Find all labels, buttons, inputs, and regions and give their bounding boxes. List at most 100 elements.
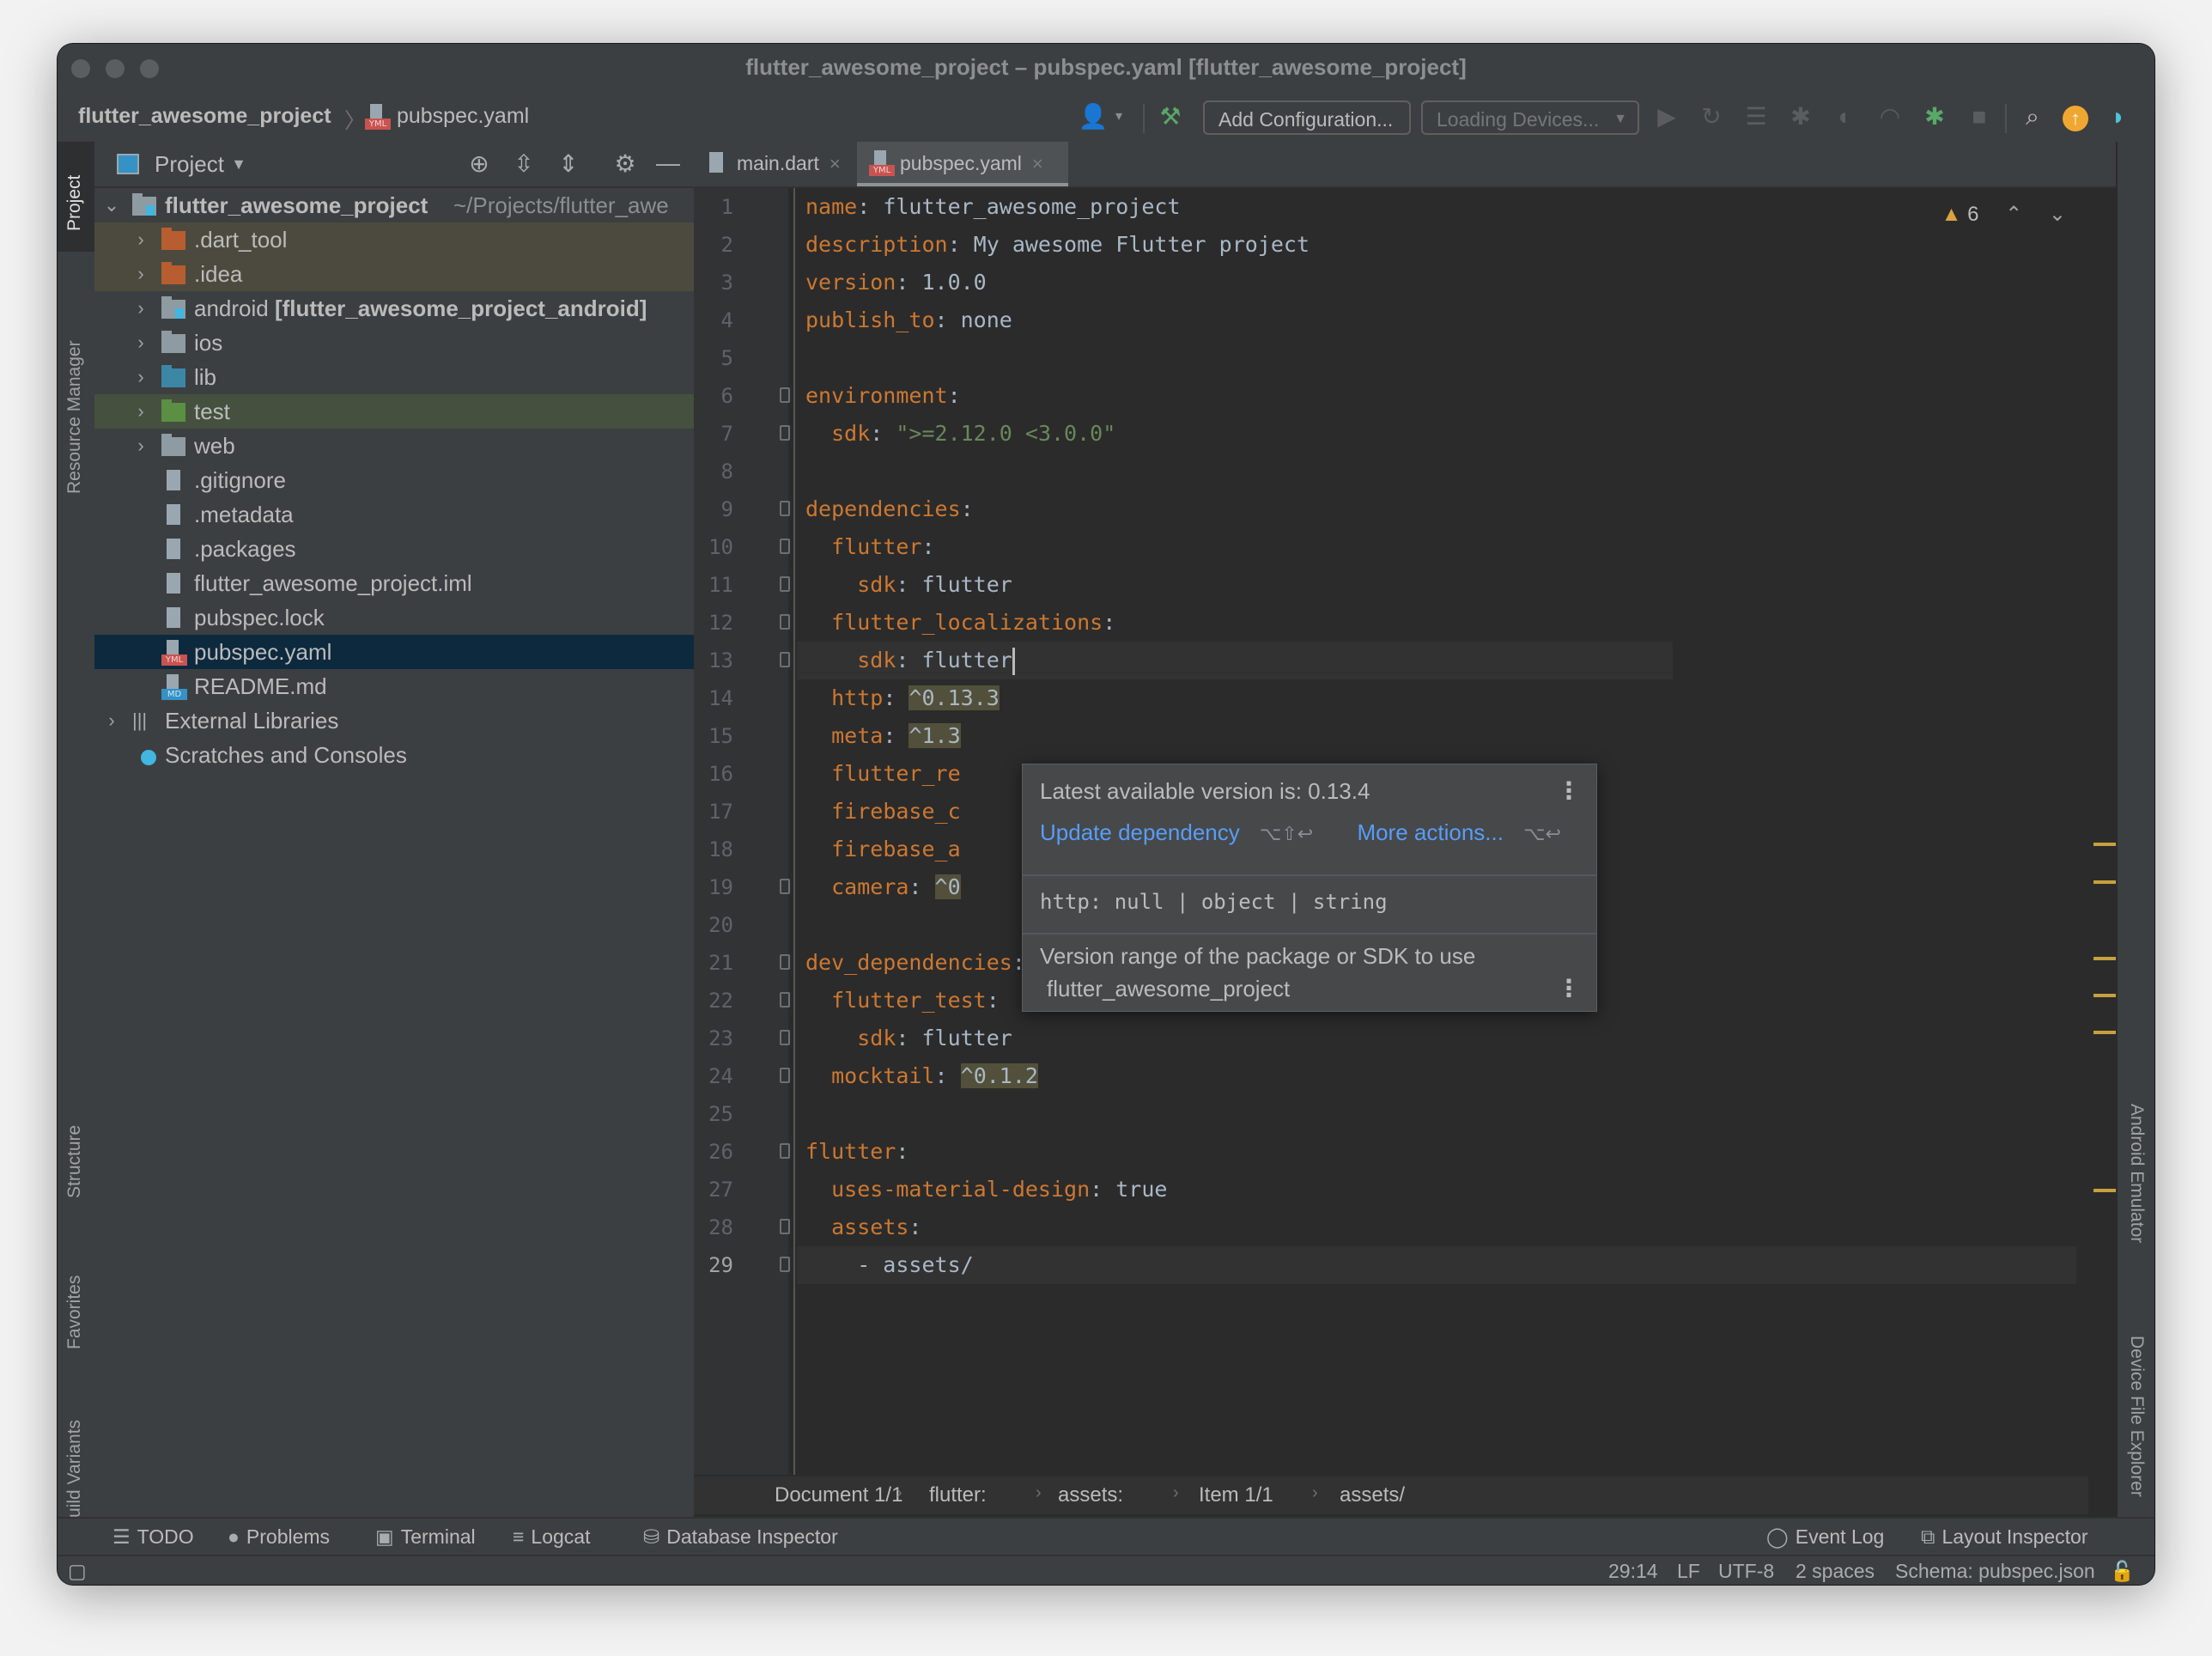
tree-item[interactable]: .metadata xyxy=(94,497,694,532)
fold-end-icon[interactable] xyxy=(780,1257,790,1272)
breadcrumb-item[interactable]: Document 1/1 xyxy=(775,1483,902,1507)
build-hammer-icon[interactable]: ⚒ xyxy=(1155,102,1186,131)
close-tab-icon[interactable]: × xyxy=(1032,153,1043,174)
tool-tab-project[interactable]: Project xyxy=(58,142,94,252)
tool-window-layout-inspector[interactable]: ⧉ Layout Inspector xyxy=(1921,1525,2088,1549)
fold-collapse-icon[interactable] xyxy=(780,1219,790,1234)
chevron-right-icon[interactable]: › xyxy=(131,222,151,257)
code-line[interactable]: 8 xyxy=(694,453,2118,490)
tree-item[interactable]: flutter_awesome_project.iml xyxy=(94,566,694,600)
code-line[interactable]: 25 xyxy=(694,1095,2118,1133)
code-editor[interactable]: 1 name: flutter_awesome_project 2 descripti… xyxy=(694,188,2118,1284)
tree-item[interactable]: .packages xyxy=(94,532,694,566)
code-line[interactable]: 1 name: flutter_awesome_project xyxy=(694,188,2118,226)
apply-code-changes-icon[interactable]: ☰ xyxy=(1741,102,1771,131)
update-dependency-link[interactable]: Update dependency xyxy=(1040,819,1240,845)
locate-file-icon[interactable]: ⊕ xyxy=(464,149,495,178)
code-line[interactable]: 14 http: ^0.13.3 xyxy=(694,679,2118,717)
toggle-tool-windows-icon[interactable]: ▢ xyxy=(68,1560,87,1583)
chevron-down-icon[interactable]: ▼ xyxy=(223,155,254,174)
attach-debugger-icon[interactable]: ◠ xyxy=(1875,102,1905,131)
tree-item[interactable]: › ||| External Libraries xyxy=(94,703,694,738)
more-options-icon[interactable]: ⋮ xyxy=(1557,776,1581,805)
breadcrumb-item[interactable]: assets/ xyxy=(1340,1483,1405,1507)
line-separator[interactable]: LF xyxy=(1677,1560,1700,1583)
tool-tab-android-emulator[interactable]: Android Emulator xyxy=(2118,1104,2154,1284)
stop-icon[interactable]: ■ xyxy=(1964,102,1995,131)
json-schema[interactable]: Schema: pubspec.json xyxy=(1895,1560,2095,1583)
outdated-version-highlight[interactable]: ^1.3 xyxy=(908,723,961,748)
tool-tab-device-file-explorer[interactable]: Device File Explorer xyxy=(2118,1336,2154,1542)
tool-tab-structure[interactable]: Structure xyxy=(58,1087,94,1215)
close-tab-icon[interactable]: × xyxy=(830,153,841,174)
tree-item[interactable]: pubspec.lock xyxy=(94,600,694,635)
tree-item[interactable]: › android [flutter_awesome_project_andro… xyxy=(94,291,694,326)
code-line[interactable]: 7 sdk: ">=2.12.0 <3.0.0" xyxy=(694,415,2118,453)
tree-item[interactable]: .gitignore xyxy=(94,463,694,497)
device-selector[interactable]: Loading Devices... ▼ xyxy=(1421,100,1639,135)
fold-collapse-icon[interactable] xyxy=(780,387,790,403)
fold-end-icon[interactable] xyxy=(780,576,790,592)
apply-changes-icon[interactable]: ↻ xyxy=(1696,102,1727,131)
tree-item[interactable]: › test xyxy=(94,394,694,429)
file-encoding[interactable]: UTF-8 xyxy=(1718,1560,1774,1583)
tree-item[interactable]: › web xyxy=(94,429,694,463)
tool-window-todo[interactable]: ☰ TODO xyxy=(112,1525,194,1549)
fold-end-icon[interactable] xyxy=(780,1068,790,1083)
chevron-right-icon[interactable]: › xyxy=(131,257,151,291)
flutter-logo-icon[interactable]: ◗ xyxy=(2103,102,2134,131)
fold-collapse-icon[interactable] xyxy=(780,954,790,970)
fold-end-icon[interactable] xyxy=(780,879,790,894)
profile-icon[interactable]: ◐ xyxy=(1830,102,1861,131)
chevron-right-icon[interactable]: › xyxy=(101,703,122,738)
attach-green-icon[interactable]: ✱ xyxy=(1919,102,1950,131)
tree-item[interactable]: MD README.md xyxy=(94,669,694,703)
code-line[interactable]: 29 - assets/ xyxy=(694,1246,2118,1284)
tab-pubspec-yaml[interactable]: YML pubspec.yaml × xyxy=(857,142,1068,186)
chevron-right-icon[interactable]: › xyxy=(131,326,151,360)
chevron-right-icon[interactable]: › xyxy=(131,291,151,326)
gear-icon[interactable]: ⚙ xyxy=(610,149,641,178)
code-line[interactable]: 4 publish_to: none xyxy=(694,301,2118,339)
chevron-down-icon[interactable]: ⌄ xyxy=(101,188,122,222)
code-line[interactable]: 6 environment: xyxy=(694,377,2118,415)
collapse-all-icon[interactable]: ⇕ xyxy=(553,149,584,178)
tree-item[interactable]: › lib xyxy=(94,360,694,394)
code-line[interactable]: 9 dependencies: xyxy=(694,490,2118,528)
fold-end-icon[interactable] xyxy=(780,425,790,441)
warning-marker[interactable] xyxy=(2094,843,2118,846)
indent-setting[interactable]: 2 spaces xyxy=(1796,1560,1875,1583)
tree-item[interactable]: ⌄ flutter_awesome_project ~/Projects/flu… xyxy=(94,188,694,222)
warning-marker[interactable] xyxy=(2094,1031,2118,1034)
tool-tab-build-variants[interactable]: Build Variants xyxy=(58,1379,94,1530)
update-icon[interactable]: ↑ xyxy=(2060,102,2091,131)
outdated-version-highlight[interactable]: ^0.13.3 xyxy=(908,685,1000,710)
warning-marker[interactable] xyxy=(2094,994,2118,997)
warning-marker[interactable] xyxy=(2094,1189,2118,1192)
tool-tab-favorites[interactable]: Favorites xyxy=(58,1233,94,1361)
expand-all-icon[interactable]: ⇳ xyxy=(508,149,539,178)
debug-icon[interactable]: ✱ xyxy=(1785,102,1816,131)
tab-main-dart[interactable]: main.dart × xyxy=(694,142,857,186)
fold-collapse-icon[interactable] xyxy=(780,501,790,516)
nav-breadcrumb-file[interactable]: YML pubspec.yaml xyxy=(365,104,529,131)
code-line[interactable]: 13 sdk: flutter xyxy=(694,642,2118,679)
editor-scrollbar[interactable] xyxy=(2088,188,2118,1475)
tree-item[interactable]: › .idea xyxy=(94,257,694,291)
fold-end-icon[interactable] xyxy=(780,1030,790,1045)
unlock-icon[interactable]: 🔓 xyxy=(2110,1560,2135,1583)
fold-collapse-icon[interactable] xyxy=(780,1143,790,1159)
tool-window-logcat[interactable]: ≡ Logcat xyxy=(513,1525,590,1549)
code-line[interactable]: 27 uses-material-design: true xyxy=(694,1171,2118,1209)
previous-highlight-icon[interactable]: ⌃ xyxy=(2005,203,2022,226)
code-line[interactable]: 10 flutter: xyxy=(694,528,2118,566)
outdated-version-highlight[interactable]: ^0.1.2 xyxy=(960,1063,1038,1088)
breadcrumb-item[interactable]: Item 1/1 xyxy=(1199,1483,1273,1507)
code-line[interactable]: 26 flutter: xyxy=(694,1133,2118,1171)
add-configuration-button[interactable]: Add Configuration... xyxy=(1203,100,1411,135)
hide-panel-icon[interactable]: — xyxy=(653,149,684,177)
next-highlight-icon[interactable]: ⌄ xyxy=(2049,203,2066,226)
tree-item[interactable]: › .dart_tool xyxy=(94,222,694,257)
tool-tab-resource-manager[interactable]: Resource Manager xyxy=(58,271,94,528)
more-options-icon[interactable]: ⋮ xyxy=(1557,974,1581,1002)
